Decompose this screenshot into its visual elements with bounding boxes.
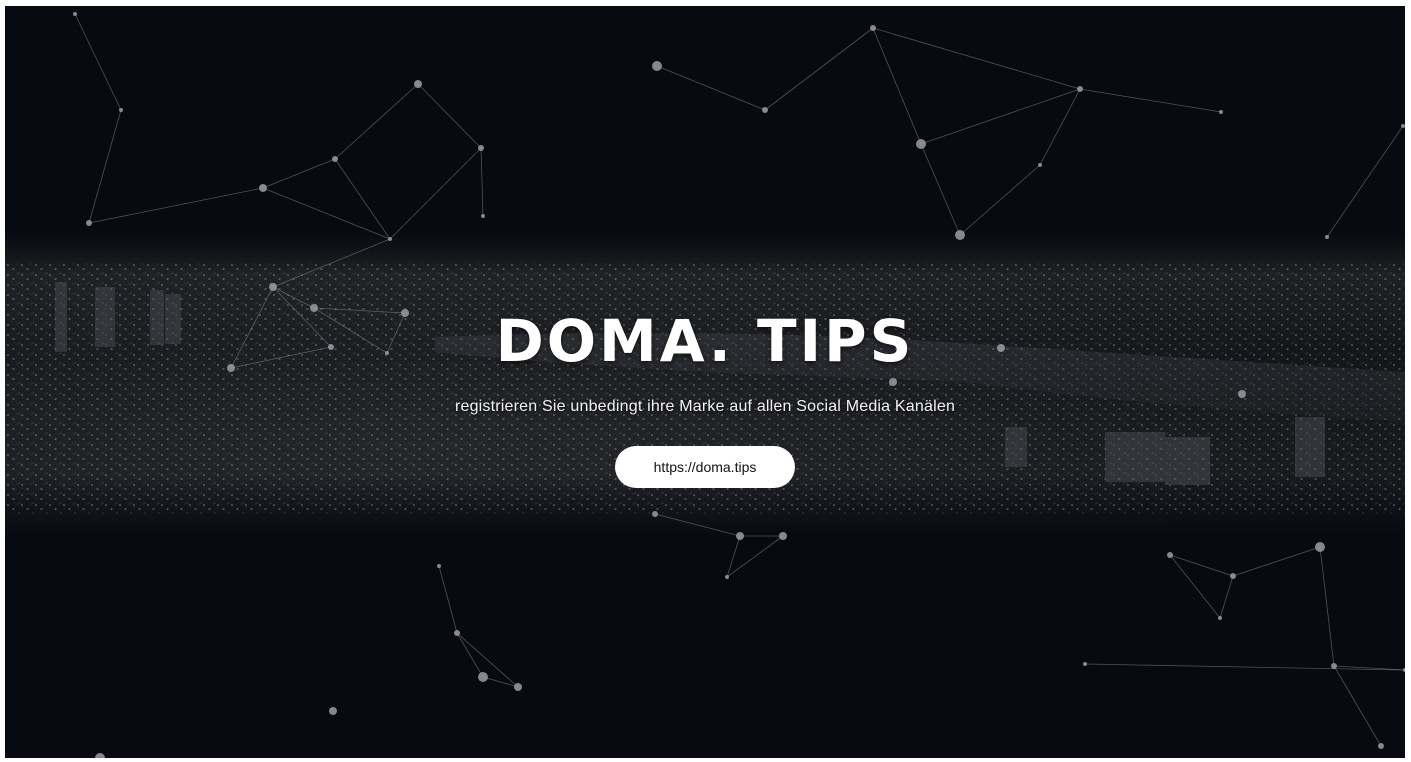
network-node-icon [478, 145, 484, 151]
network-line [74, 13, 122, 111]
network-line [654, 513, 741, 537]
network-node-icon [95, 753, 105, 758]
hero-banner: DOMA. TIPS registrieren Sie unbedingt ih… [5, 6, 1405, 758]
network-line [456, 632, 484, 678]
network-line [1079, 88, 1222, 113]
network-node-icon [388, 237, 392, 241]
network-node-icon [269, 283, 277, 291]
network-line [1232, 546, 1321, 577]
network-node-icon [725, 575, 729, 579]
network-line [1169, 554, 1221, 619]
network-line [920, 88, 1081, 145]
network-line [272, 286, 315, 309]
network-node-icon [1219, 110, 1223, 114]
network-line [1319, 546, 1335, 667]
network-line [872, 27, 1081, 90]
network-line [417, 83, 482, 149]
network-node-icon [1083, 662, 1087, 666]
network-node-icon [1403, 668, 1405, 672]
website-link-button[interactable]: https://doma.tips [615, 446, 795, 488]
network-line [262, 187, 391, 240]
network-line [438, 565, 458, 634]
network-node-icon [1378, 743, 1384, 749]
network-node-icon [1038, 163, 1042, 167]
network-node-icon [955, 230, 965, 240]
network-node-icon [1325, 235, 1329, 239]
network-line [726, 535, 741, 578]
hero-content: DOMA. TIPS registrieren Sie unbedingt ih… [5, 306, 1405, 488]
page-subtitle: registrieren Sie unbedingt ihre Marke au… [454, 398, 956, 415]
network-line [726, 535, 784, 578]
network-node-icon [332, 156, 338, 162]
network-node-icon [1167, 552, 1173, 558]
network-line [872, 27, 922, 145]
network-node-icon [870, 25, 876, 31]
network-node-icon [652, 511, 658, 517]
network-line [959, 164, 1041, 236]
network-line [656, 65, 766, 111]
network-node-icon [478, 672, 488, 682]
network-line [764, 27, 874, 111]
network-node-icon [1401, 124, 1405, 128]
network-node-icon [481, 214, 485, 218]
network-line [1219, 575, 1234, 619]
network-line [88, 109, 122, 224]
network-line [272, 238, 391, 288]
network-line [920, 143, 961, 236]
network-node-icon [762, 107, 768, 113]
network-node-icon [916, 139, 926, 149]
network-line [1326, 125, 1404, 238]
network-node-icon [736, 532, 744, 540]
network-node-icon [1218, 616, 1222, 620]
network-line [389, 147, 482, 240]
network-node-icon [1331, 663, 1337, 669]
network-node-icon [454, 630, 460, 636]
network-line [1333, 665, 1382, 747]
network-line [262, 158, 336, 189]
page-title: DOMA. TIPS [495, 307, 915, 375]
network-node-icon [437, 564, 441, 568]
network-node-icon [1077, 86, 1083, 92]
network-line [1169, 554, 1234, 577]
network-line [334, 83, 419, 160]
network-node-icon [414, 80, 422, 88]
network-node-icon [73, 12, 77, 16]
network-line [480, 147, 484, 217]
network-node-icon [514, 683, 522, 691]
network-node-icon [652, 61, 662, 71]
network-node-icon [779, 532, 787, 540]
network-line [334, 158, 391, 240]
network-node-icon [119, 108, 123, 112]
network-node-icon [1315, 542, 1325, 552]
network-node-icon [259, 184, 267, 192]
network-line [88, 187, 264, 224]
network-node-icon [86, 220, 92, 226]
network-node-icon [1230, 573, 1236, 579]
network-node-icon [329, 707, 337, 715]
